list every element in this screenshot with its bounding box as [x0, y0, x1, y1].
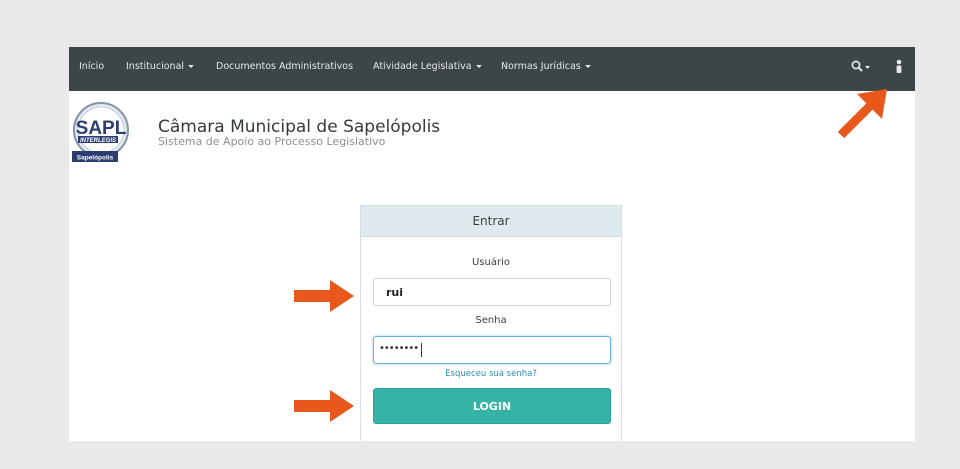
sapl-logo: SAPL INTERLEGIS Sapelópolis — [69, 102, 134, 164]
username-input[interactable]: rui — [373, 278, 611, 306]
browser-frame: Início Institucional Documentos Administ… — [69, 47, 915, 441]
login-heading: Entrar — [472, 214, 510, 228]
annotation-arrow-icon — [837, 89, 887, 139]
annotation-arrow-icon — [294, 280, 354, 312]
username-label: Usuário — [471, 257, 510, 268]
login-button[interactable]: LOGIN — [373, 388, 611, 424]
search-icon — [851, 60, 870, 72]
nav-normas-label: Normas Jurídicas — [501, 61, 581, 72]
nav-inicio-label: Início — [79, 61, 105, 72]
nav-atividade-legislativa[interactable]: Atividade Legislativa — [373, 61, 482, 72]
top-navbar: Início Institucional Documentos Administ… — [69, 47, 915, 91]
nav-documentos-label: Documentos Administrativos — [216, 61, 354, 72]
page-title: Câmara Municipal de Sapelópolis — [158, 117, 441, 137]
nav-atividade-label: Atividade Legislativa — [373, 61, 472, 72]
annotation-arrow-icon — [294, 390, 354, 422]
nav-normas-juridicas[interactable]: Normas Jurídicas — [501, 61, 591, 72]
search-dropdown[interactable] — [850, 58, 872, 76]
login-button-label: LOGIN — [472, 400, 512, 413]
login-panel: Entrar Usuário rui Senha •••••••• Esquec… — [360, 205, 622, 441]
page-subtitle: Sistema de Apoio ao Processo Legislativo — [158, 135, 386, 148]
forgot-password-link[interactable]: Esqueceu sua senha? — [361, 369, 621, 379]
login-panel-heading: Entrar — [361, 206, 621, 237]
nav-documentos-administrativos[interactable]: Documentos Administrativos — [216, 61, 353, 72]
chevron-down-icon — [475, 65, 482, 68]
logo-text: SAPL — [76, 118, 127, 139]
password-value: •••••••• — [379, 343, 419, 354]
logo-badge: Sapelópolis — [77, 155, 114, 162]
user-icon — [896, 59, 902, 73]
password-label: Senha — [475, 315, 507, 326]
text-cursor — [421, 343, 422, 357]
user-menu[interactable] — [894, 57, 904, 77]
chevron-down-icon — [584, 65, 591, 68]
username-value: rui — [386, 286, 404, 299]
password-input[interactable]: •••••••• — [373, 336, 611, 364]
chevron-down-icon — [188, 65, 195, 68]
nav-institucional[interactable]: Institucional — [126, 61, 195, 72]
nav-inicio[interactable]: Início — [79, 61, 104, 72]
nav-institucional-label: Institucional — [126, 61, 185, 72]
logo-subtext: INTERLEGIS — [80, 138, 116, 144]
